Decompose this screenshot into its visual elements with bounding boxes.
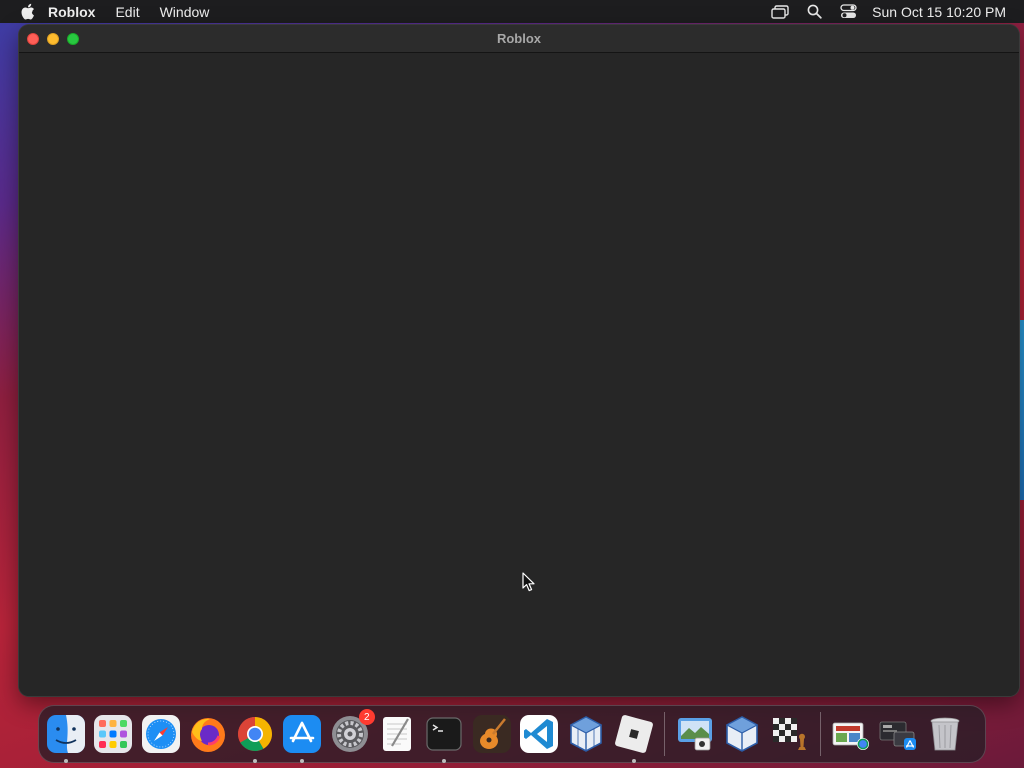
running-indicator — [631, 759, 636, 763]
dock-chrome[interactable] — [234, 713, 276, 763]
chess-icon — [773, 718, 807, 750]
dock-garageband[interactable] — [471, 713, 513, 755]
preview-icon — [677, 718, 712, 751]
dock-recent-preview[interactable] — [674, 713, 716, 755]
apple-menu-icon[interactable] — [18, 3, 36, 21]
dock-terminal[interactable] — [423, 713, 465, 763]
mouse-cursor-icon — [522, 572, 536, 592]
dock-trash[interactable] — [924, 713, 966, 755]
dock-virtualbox[interactable] — [565, 713, 607, 755]
running-indicator — [442, 759, 447, 763]
trash-icon — [930, 717, 960, 751]
screen-mirroring-icon[interactable] — [770, 3, 790, 21]
app-store-icon — [283, 715, 322, 753]
dock-app-store[interactable] — [281, 713, 323, 763]
dock-system-settings[interactable]: 2 — [329, 709, 375, 755]
dock-launchpad[interactable] — [92, 713, 134, 755]
garageband-icon — [472, 715, 511, 753]
dock-applications-stack[interactable] — [877, 713, 919, 755]
running-indicator — [253, 759, 258, 763]
menu-edit[interactable]: Edit — [115, 4, 139, 20]
dock-roblox[interactable] — [613, 713, 655, 763]
launchpad-icon — [94, 715, 133, 753]
firefox-icon — [190, 718, 225, 752]
terminal-icon — [426, 717, 462, 751]
running-indicator — [300, 759, 305, 763]
vscode-icon — [519, 715, 558, 753]
textedit-icon — [383, 717, 412, 751]
window-content-area[interactable] — [19, 53, 1019, 696]
dock-separator — [663, 712, 665, 756]
menu-bar: Roblox Edit Window Sun Oct 15 10:20 PM — [0, 0, 1024, 23]
safari-icon — [141, 715, 180, 753]
virtualbox-icon — [725, 716, 759, 752]
window-title: Roblox — [496, 31, 542, 46]
applications-stack-icon — [879, 721, 917, 750]
dock: 2 — [38, 705, 986, 763]
dock-downloads-stack[interactable] — [830, 713, 872, 755]
menu-window[interactable]: Window — [160, 4, 210, 20]
control-center-icon[interactable] — [838, 3, 858, 21]
downloads-stack-icon — [832, 722, 869, 750]
dock-finder[interactable] — [45, 713, 87, 763]
running-indicator — [64, 759, 68, 763]
spotlight-search-icon[interactable] — [804, 3, 824, 21]
dock-recent-virtualbox[interactable] — [721, 713, 763, 755]
dock-safari[interactable] — [140, 713, 182, 755]
finder-icon — [47, 715, 85, 753]
dock-recent-chess[interactable] — [768, 713, 810, 755]
chrome-icon — [238, 717, 273, 751]
roblox-icon — [614, 715, 653, 753]
menu-bar-clock[interactable]: Sun Oct 15 10:20 PM — [872, 4, 1006, 20]
window-title-bar[interactable]: Roblox — [19, 25, 1019, 53]
dock-vscode[interactable] — [518, 713, 560, 755]
roblox-window: Roblox — [19, 25, 1019, 696]
dock-separator — [819, 712, 821, 756]
menu-app-name[interactable]: Roblox — [48, 4, 95, 20]
dock-textedit[interactable] — [376, 713, 418, 755]
notification-badge: 2 — [358, 709, 375, 725]
virtualbox-icon — [569, 716, 603, 752]
dock-firefox[interactable] — [187, 713, 229, 755]
